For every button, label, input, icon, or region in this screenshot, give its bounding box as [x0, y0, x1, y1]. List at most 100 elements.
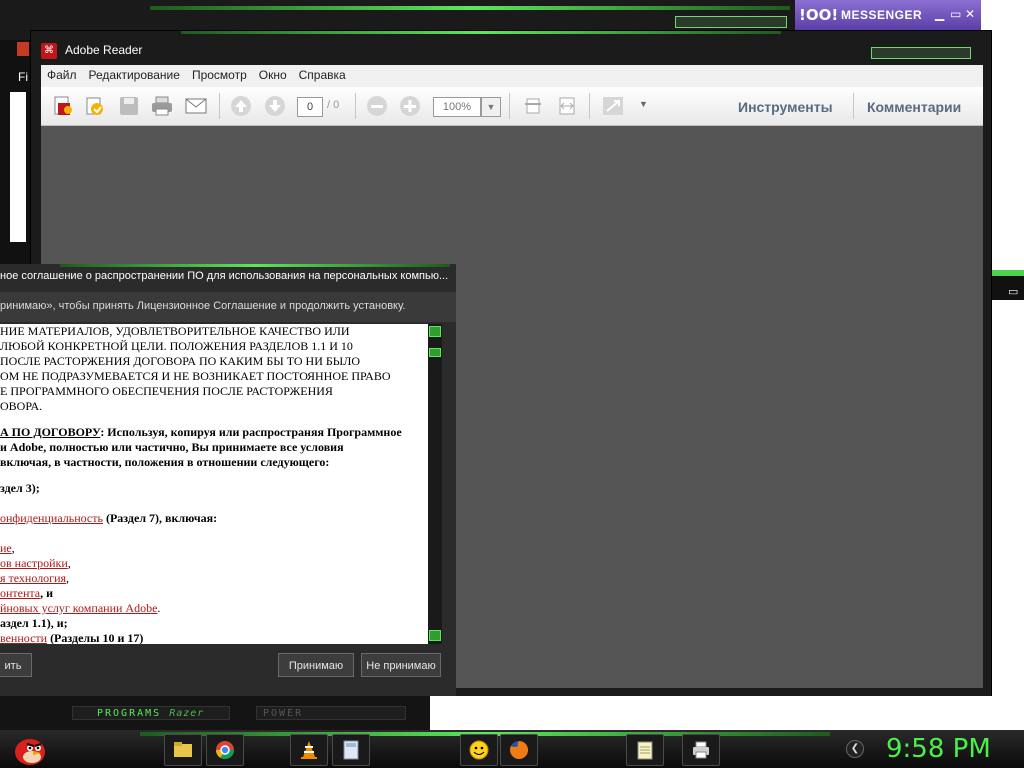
accept-button[interactable]: Принимаю: [278, 653, 354, 677]
full-screen-icon[interactable]: [601, 95, 625, 117]
menu-file[interactable]: Файл: [41, 65, 83, 85]
create-pdf-icon[interactable]: [51, 95, 75, 117]
list-item-text: ,: [11, 541, 15, 555]
calculator-icon: [343, 740, 359, 760]
list-link[interactable]: венности: [0, 631, 47, 644]
scroll-up-icon[interactable]: [429, 326, 441, 337]
scroll-thumb[interactable]: [429, 348, 441, 357]
save-icon[interactable]: [117, 95, 141, 117]
license-line: Е ПРОГРАММНОГО ОБЕСПЕЧЕНИЯ ПОСЛЕ РАСТОРЖ…: [0, 384, 333, 398]
dock-programs-label: PROGRAMS: [97, 708, 162, 719]
folder-icon: [174, 742, 192, 757]
yahoo-messenger-title: MESSENGER: [841, 8, 923, 22]
calculator-taskbar-button[interactable]: [332, 734, 370, 766]
list-link[interactable]: ов настройки: [0, 556, 68, 570]
messenger-taskbar-button[interactable]: [460, 734, 498, 766]
list-item: здел 3);: [0, 481, 40, 495]
start-button-angry-bird-icon[interactable]: [8, 730, 48, 766]
print-button[interactable]: ить: [0, 653, 32, 677]
background-window-right-control[interactable]: ▭: [1008, 285, 1018, 298]
list-link[interactable]: ие: [0, 541, 12, 555]
fit-width-icon[interactable]: [555, 95, 579, 117]
list-link[interactable]: онтента: [0, 586, 40, 600]
maximize-icon[interactable]: ▭: [950, 7, 961, 21]
chrome-icon: [216, 741, 234, 760]
privacy-link[interactable]: онфиденциальность: [0, 511, 103, 525]
pdf-icon: ⌘: [41, 43, 57, 59]
background-window-right-titlebar: [988, 276, 1024, 300]
section-text: включая, в частности, положения в отноше…: [0, 455, 330, 469]
printer-taskbar-button[interactable]: [682, 734, 720, 766]
comments-link[interactable]: Комментарии: [867, 99, 961, 115]
printer-icon: [693, 741, 709, 759]
page-count: / 0: [327, 99, 340, 111]
vlc-taskbar-button[interactable]: [290, 734, 328, 766]
toolbar-separator: [853, 93, 854, 119]
open-folder-icon[interactable]: [83, 95, 107, 117]
background-window-glow: [150, 6, 790, 10]
back-arrow-icon[interactable]: ❮: [846, 740, 864, 758]
menu-help[interactable]: Справка: [293, 65, 352, 85]
background-window-controls[interactable]: [675, 16, 787, 28]
notepad-taskbar-button[interactable]: [626, 734, 664, 766]
dock-power[interactable]: POWER: [256, 706, 406, 720]
previous-page-icon[interactable]: [229, 95, 253, 117]
email-icon[interactable]: [184, 95, 208, 117]
background-window-content: [10, 92, 26, 242]
chevron-down-icon[interactable]: ▼: [481, 97, 501, 117]
taskbar: ❮ 9:58 PM: [0, 730, 1024, 768]
dock-programs[interactable]: PROGRAMS Razer: [72, 706, 230, 720]
explorer-taskbar-button[interactable]: [164, 734, 202, 766]
section-heading: А ПО ДОГОВОРУ: [0, 425, 101, 439]
adobe-reader-titlebar[interactable]: ⌘ Adobe Reader: [41, 43, 142, 63]
firefox-taskbar-button[interactable]: [500, 734, 538, 766]
close-icon[interactable]: ✕: [965, 7, 975, 21]
scrollbar[interactable]: [428, 324, 442, 644]
menu-view[interactable]: Просмотр: [186, 65, 253, 85]
zoom-in-icon[interactable]: [398, 95, 422, 117]
license-dialog: ное соглашение о распространении ПО для …: [0, 264, 456, 696]
fit-page-icon[interactable]: [521, 95, 545, 117]
list-link[interactable]: йновых услуг компании Adobe: [0, 601, 157, 615]
list-link[interactable]: я технология: [0, 571, 66, 585]
page-number-input[interactable]: 0: [297, 97, 323, 117]
next-page-icon[interactable]: [263, 95, 287, 117]
menu-edit[interactable]: Редактирование: [83, 65, 186, 85]
menu-bar: Файл Редактирование Просмотр Окно Справка: [41, 65, 983, 87]
dialog-instruction: ринимаю», чтобы принять Лицензионное Сог…: [0, 300, 406, 312]
system-clock[interactable]: 9:58 PM: [886, 734, 991, 764]
list-item-text: (Раздел 7), включая:: [102, 511, 218, 525]
yahoo-messenger-titlebar[interactable]: !OO! MESSENGER ▁ ▭ ✕: [795, 0, 981, 30]
scroll-down-icon[interactable]: [429, 630, 441, 641]
smiley-icon: [469, 740, 489, 760]
list-item: аздел 1.1), и;: [0, 616, 68, 630]
list-item-text: ,: [66, 571, 70, 585]
list-item-text: (Разделы 10 и 17): [47, 631, 144, 644]
dialog-title[interactable]: ное соглашение о распространении ПО для …: [0, 270, 450, 286]
minimize-icon[interactable]: ▁: [935, 7, 944, 21]
window-controls[interactable]: [871, 47, 971, 59]
tools-link[interactable]: Инструменты: [738, 99, 833, 115]
section-text: и Adobe, полностью или частично, Вы прин…: [0, 440, 344, 454]
license-line: ПОСЛЕ РАСТОРЖЕНИЯ ДОГОВОРА ПО КАКИМ БЫ Т…: [0, 354, 361, 368]
list-item-text: ,: [67, 556, 71, 570]
toolbar-more-icon[interactable]: ▼: [639, 99, 648, 109]
toolbar-separator: [219, 93, 220, 119]
background-app-icon: [17, 42, 29, 56]
license-line: ОВОРА.: [0, 399, 43, 413]
desktop-area: [430, 696, 1024, 730]
zoom-level-input[interactable]: 100%: [433, 97, 481, 117]
decline-button[interactable]: Не принимаю: [361, 653, 441, 677]
license-line: НИЕ МАТЕРИАЛОВ, УДОВЛЕТВОРИТЕЛЬНОЕ КАЧЕС…: [0, 324, 350, 338]
zoom-out-icon[interactable]: [365, 95, 389, 117]
license-text-area[interactable]: НИЕ МАТЕРИАЛОВ, УДОВЛЕТВОРИТЕЛЬНОЕ КАЧЕС…: [0, 324, 428, 644]
window-title: Adobe Reader: [65, 43, 143, 58]
toolbar-separator: [355, 93, 356, 119]
chrome-taskbar-button[interactable]: [206, 734, 244, 766]
print-icon[interactable]: [150, 95, 174, 117]
list-item-text: , и: [40, 586, 54, 600]
menu-window[interactable]: Окно: [253, 65, 293, 85]
